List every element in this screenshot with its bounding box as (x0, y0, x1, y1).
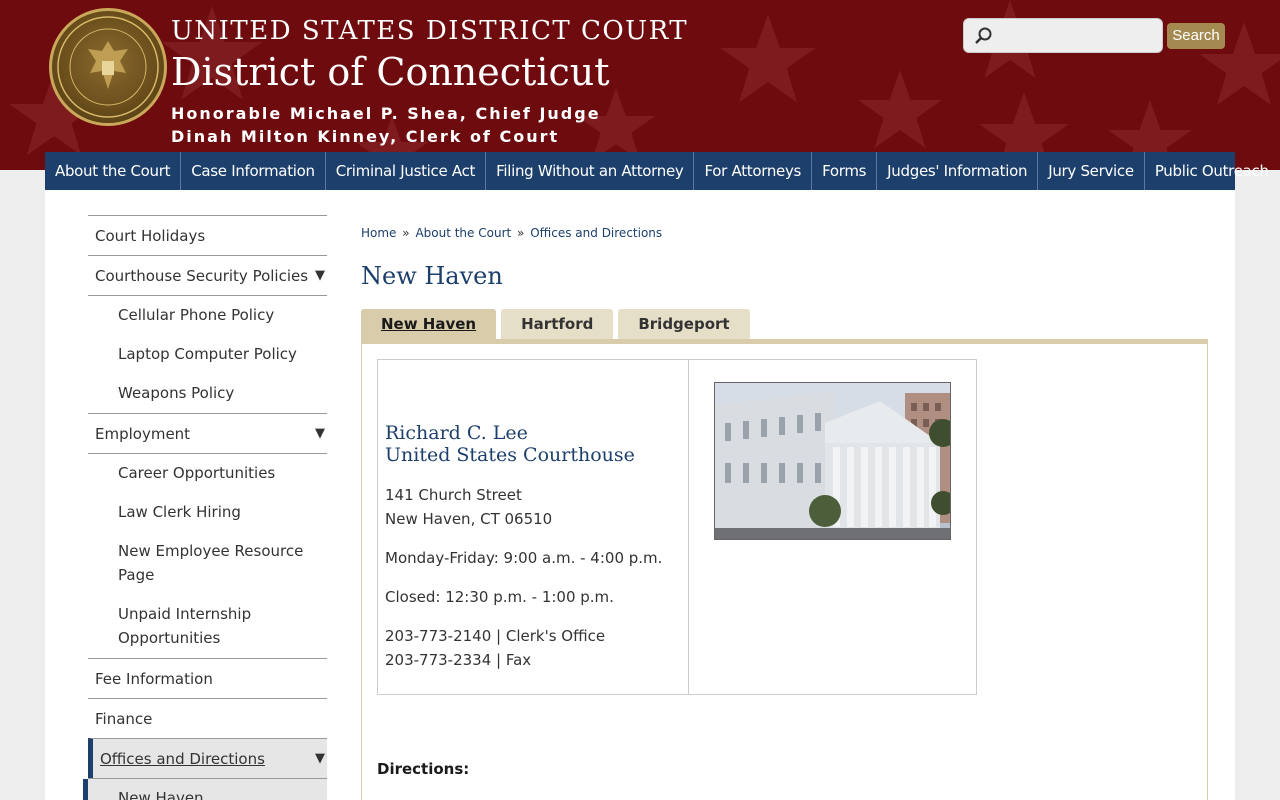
sidebar-item-new-haven[interactable]: New Haven (83, 779, 327, 800)
sidebar-item-laptop-policy[interactable]: Laptop Computer Policy (88, 335, 327, 374)
tab-bridgeport[interactable]: Bridgeport (618, 309, 750, 340)
court-seal-logo[interactable] (49, 8, 167, 126)
nav-about-the-court[interactable]: About the Court (45, 152, 182, 190)
courthouse-name-line1: Richard C. Lee (385, 422, 528, 444)
address-city: New Haven, CT 06510 (385, 510, 553, 528)
nav-forms[interactable]: Forms (812, 152, 878, 190)
breadcrumb: Home » About the Court » Offices and Dir… (361, 226, 662, 240)
sidebar-item-label: Offices and Directions (100, 750, 265, 768)
search-icon (975, 27, 992, 44)
courthouse-address: 141 Church Street New Haven, CT 06510 (385, 483, 552, 531)
courthouse-name-line2: United States Courthouse (385, 444, 635, 466)
court-system-title: UNITED STATES DISTRICT COURT (171, 16, 689, 46)
expand-arrow-icon[interactable]: ▼ (315, 256, 325, 296)
sidebar-item-unpaid-internship[interactable]: Unpaid Internship Opportunities (88, 595, 288, 658)
table-divider (688, 360, 689, 694)
page-title: New Haven (361, 262, 503, 290)
courthouse-photo (714, 382, 951, 540)
directions-heading: Directions: (377, 760, 470, 778)
sidebar-item-label: Court Holidays (95, 227, 206, 245)
phone-clerks-office: 203-773-2140 | Clerk's Office (385, 627, 606, 645)
tab-hartford[interactable]: Hartford (501, 309, 614, 340)
sidebar-submenu-offices: New Haven (83, 778, 327, 800)
nav-case-information[interactable]: Case Information (181, 152, 326, 190)
sidebar-item-label: Employment (95, 425, 191, 443)
sidebar-item-new-employee-resource[interactable]: New Employee Resource Page (88, 532, 308, 595)
sidebar-item-career-opportunities[interactable]: Career Opportunities (88, 454, 327, 493)
sidebar-menu: Court Holidays Courthouse Security Polic… (83, 215, 327, 800)
tab-new-haven[interactable]: New Haven (361, 309, 497, 340)
chief-judge-line: Honorable Michael P. Shea, Chief Judge (171, 104, 601, 123)
sidebar-item-law-clerk-hiring[interactable]: Law Clerk Hiring (88, 493, 327, 532)
sidebar-item-offices-directions[interactable]: Offices and Directions ▼ (88, 738, 327, 778)
nav-criminal-justice-act[interactable]: Criminal Justice Act (326, 152, 487, 190)
nav-public-outreach[interactable]: Public Outreach (1145, 152, 1279, 190)
sidebar-item-weapons-policy[interactable]: Weapons Policy (88, 374, 327, 413)
breadcrumb-separator: » (402, 226, 410, 240)
search-input[interactable] (998, 23, 1158, 48)
district-title[interactable]: District of Connecticut (171, 50, 609, 94)
breadcrumb-current[interactable]: Offices and Directions (530, 226, 662, 240)
sidebar-item-label: Courthouse Security Policies (95, 267, 309, 285)
sidebar-item-finance[interactable]: Finance (88, 698, 327, 738)
sidebar-item-label: Fee Information (95, 670, 213, 688)
sidebar-submenu-security: Cellular Phone Policy Laptop Computer Po… (88, 295, 327, 413)
address-street: 141 Church Street (385, 486, 522, 504)
courthouse-phones: 203-773-2140 | Clerk's Office 203-773-23… (385, 624, 605, 672)
breadcrumb-separator: » (517, 226, 525, 240)
courthouse-name: Richard C. Lee United States Courthouse (385, 422, 635, 466)
sidebar-item-security-policies[interactable]: Courthouse Security Policies ▼ (88, 255, 327, 295)
breadcrumb-about[interactable]: About the Court (415, 226, 511, 240)
sidebar-item-employment[interactable]: Employment ▼ (88, 413, 327, 453)
main-navigation: About the Court Case Information Crimina… (45, 152, 1269, 190)
location-tabs: New Haven Hartford Bridgeport (361, 309, 755, 340)
sidebar-item-court-holidays[interactable]: Court Holidays (88, 215, 327, 255)
clerk-line: Dinah Milton Kinney, Clerk of Court (171, 127, 560, 146)
expand-arrow-icon[interactable]: ▼ (315, 414, 325, 454)
sidebar-item-fee-information[interactable]: Fee Information (88, 658, 327, 698)
breadcrumb-home[interactable]: Home (361, 226, 396, 240)
sidebar-item-cellular-policy[interactable]: Cellular Phone Policy (88, 296, 327, 335)
nav-for-attorneys[interactable]: For Attorneys (694, 152, 813, 190)
nav-judges-information[interactable]: Judges' Information (877, 152, 1039, 190)
nav-jury-service[interactable]: Jury Service (1038, 152, 1145, 190)
search-field[interactable] (963, 18, 1163, 53)
expand-arrow-icon[interactable]: ▼ (315, 739, 325, 779)
courthouse-closed-hours: Closed: 12:30 p.m. - 1:00 p.m. (385, 588, 614, 606)
search-button[interactable]: Search (1167, 23, 1225, 49)
site-header: UNITED STATES DISTRICT COURT District of… (0, 0, 1280, 170)
sidebar-submenu-employment: Career Opportunities Law Clerk Hiring Ne… (88, 453, 327, 658)
phone-fax: 203-773-2334 | Fax (385, 651, 532, 669)
nav-filing-without-attorney[interactable]: Filing Without an Attorney (486, 152, 695, 190)
sidebar-item-label: Finance (95, 710, 153, 728)
courthouse-hours: Monday-Friday: 9:00 a.m. - 4:00 p.m. (385, 549, 663, 567)
